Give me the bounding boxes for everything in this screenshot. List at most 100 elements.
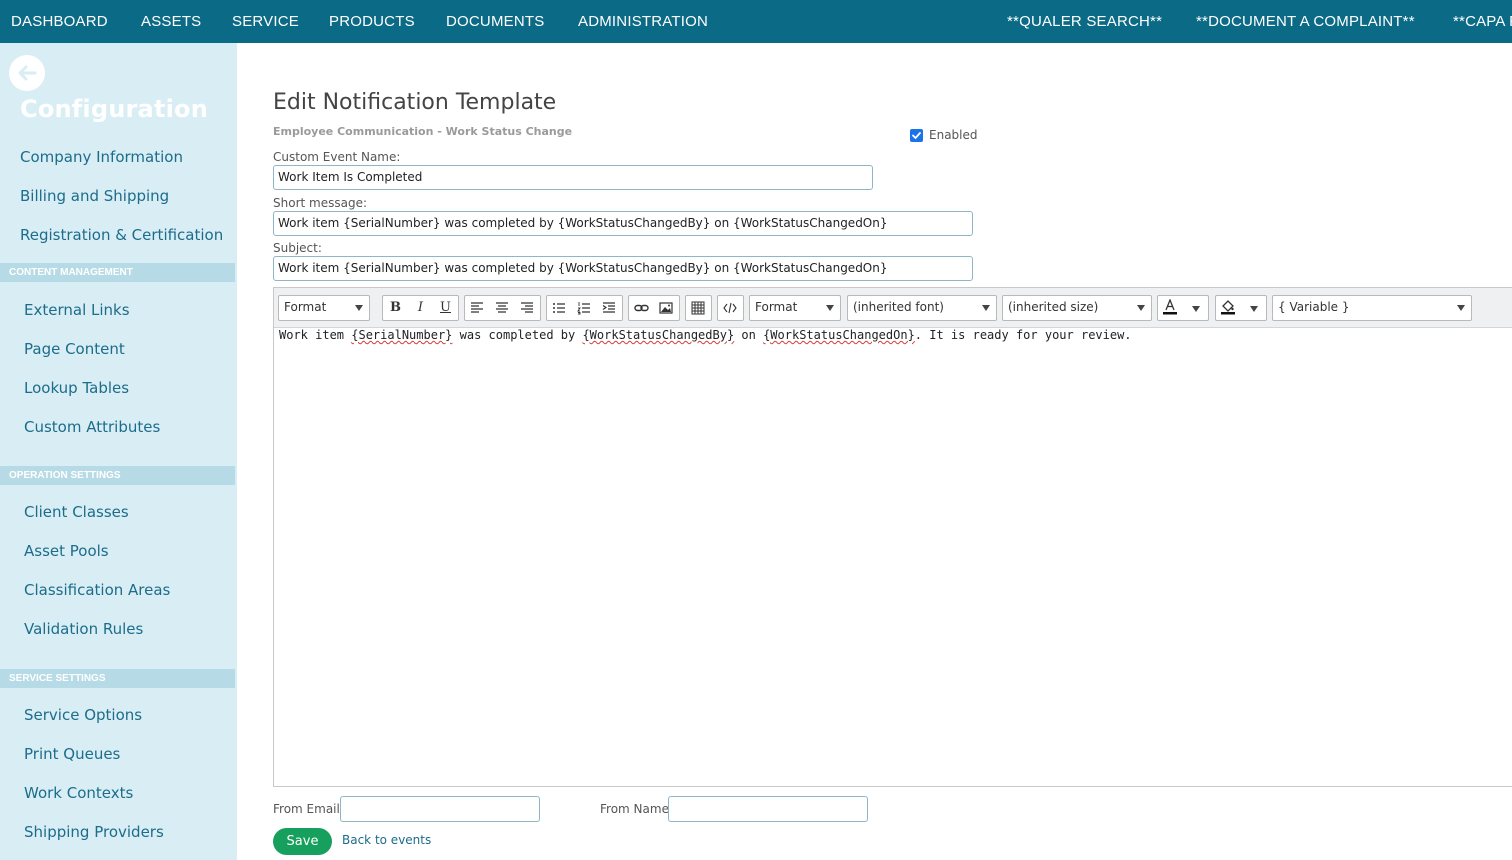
nav-administration[interactable]: ADMINISTRATION [578,13,708,30]
html-source-button[interactable] [718,296,743,320]
from-name-input[interactable] [668,796,868,822]
custom-event-label: Custom Event Name: [273,150,401,164]
sidebar: Configuration Company Information Billin… [0,43,237,860]
table-group [685,295,712,321]
back-button[interactable] [9,55,45,91]
bullet-list-button[interactable] [547,296,572,320]
sidebar-item-page-content[interactable]: Page Content [24,340,125,358]
sidebar-section-heading: OPERATION SETTINGS [0,466,235,485]
link-button[interactable] [629,296,654,320]
sidebar-item-external-links[interactable]: External Links [24,301,130,319]
format-select-value: Format [284,300,327,314]
sidebar-item-validation-rules[interactable]: Validation Rules [24,620,143,638]
save-button[interactable]: Save [273,828,332,855]
sidebar-item-service-options[interactable]: Service Options [24,706,142,724]
enabled-label: Enabled [929,128,978,142]
checkmark-icon [912,132,921,139]
font-color-dropdown[interactable] [1183,296,1208,320]
link-icon [634,304,649,312]
align-left-icon [471,302,483,313]
align-right-button[interactable] [515,296,540,320]
variable-select-value: { Variable } [1278,300,1350,314]
nav-qualer-search[interactable]: **QUALER SEARCH** [1007,13,1162,30]
editor-text: was completed by [452,328,583,342]
sidebar-title: Configuration [20,95,209,123]
text-style-group: B I U [382,295,459,321]
chevron-down-icon [982,305,990,311]
sidebar-item-work-contexts[interactable]: Work Contexts [24,784,133,802]
sidebar-item-custom-attributes[interactable]: Custom Attributes [24,418,160,436]
size-select[interactable]: (inherited size) [1002,295,1152,321]
enabled-checkbox[interactable] [910,129,923,142]
numbered-list-button[interactable] [572,296,597,320]
font-color-icon [1163,299,1177,315]
nav-products[interactable]: PRODUCTS [329,13,415,30]
align-center-button[interactable] [490,296,515,320]
from-email-label: From Email: [273,802,344,816]
subject-label: Subject: [273,241,322,255]
chevron-down-icon [1137,305,1145,311]
font-color-group [1157,295,1209,321]
nav-capa[interactable]: **CAPA R [1453,13,1512,30]
table-icon [691,301,705,315]
italic-button[interactable]: I [408,296,433,320]
nav-document-complaint[interactable]: **DOCUMENT A COMPLAINT** [1196,13,1415,30]
sidebar-section-heading: SERVICE SETTINGS [0,669,235,688]
back-to-events-link[interactable]: Back to events [342,833,431,847]
bold-button[interactable]: B [383,296,408,320]
sidebar-item-billing-shipping[interactable]: Billing and Shipping [20,187,169,205]
list-group [546,295,623,321]
html-group [717,295,744,321]
sidebar-item-registration-certification[interactable]: Registration & Certification [20,226,223,244]
align-center-icon [496,302,508,313]
sidebar-section-heading: CONTENT MANAGEMENT [0,263,235,282]
editor-text: . It is ready for your review. [914,328,1132,342]
font-select-value: (inherited font) [853,300,944,314]
editor-text: on [734,328,764,342]
editor-toolbar: Format B I U Format (inherited font) (in… [274,288,1512,328]
sidebar-item-classification-areas[interactable]: Classification Areas [24,581,170,599]
paint-bucket-icon [1221,300,1235,315]
indent-button[interactable] [597,296,622,320]
editor-text: Work item [279,328,352,342]
editor-variable: {WorkStatusChangedBy} [582,328,735,342]
top-navigation: DASHBOARD ASSETS SERVICE PRODUCTS DOCUME… [0,0,1512,43]
sidebar-item-print-queues[interactable]: Print Queues [24,745,120,763]
image-icon [659,302,673,314]
image-button[interactable] [654,296,679,320]
subject-input[interactable]: Work item {SerialNumber} was completed b… [273,256,973,281]
sidebar-item-lookup-tables[interactable]: Lookup Tables [24,379,129,397]
sidebar-item-client-classes[interactable]: Client Classes [24,503,129,521]
editor-variable: {SerialNumber} [351,328,453,342]
sidebar-item-shipping-providers[interactable]: Shipping Providers [24,823,164,841]
short-message-label: Short message: [273,196,367,210]
variable-select[interactable]: { Variable } [1272,295,1472,321]
nav-service[interactable]: SERVICE [232,13,299,30]
nav-dashboard[interactable]: DASHBOARD [11,13,108,30]
numbered-list-icon [577,302,590,315]
sidebar-item-asset-pools[interactable]: Asset Pools [24,542,109,560]
nav-documents[interactable]: DOCUMENTS [446,13,544,30]
from-name-label: From Name: [600,802,673,816]
editor-variable: {WorkStatusChangedOn} [763,328,915,342]
bullet-list-icon [553,303,565,313]
format-select-2-value: Format [755,300,798,314]
font-color-button[interactable] [1158,296,1183,320]
from-email-input[interactable] [340,796,540,822]
sidebar-item-company-information[interactable]: Company Information [20,148,183,166]
align-left-button[interactable] [465,296,490,320]
code-icon [723,302,737,314]
custom-event-input[interactable]: Work Item Is Completed [273,165,873,190]
underline-button[interactable]: U [433,296,458,320]
format-select-2[interactable]: Format [749,295,841,321]
format-select[interactable]: Format [278,295,370,321]
editor-content[interactable]: Work item {SerialNumber} was completed b… [279,328,1132,342]
table-button[interactable] [686,296,711,320]
chevron-down-icon [1457,305,1465,311]
highlight-color-dropdown[interactable] [1241,296,1266,320]
highlight-color-button[interactable] [1216,296,1241,320]
font-select[interactable]: (inherited font) [847,295,997,321]
indent-icon [602,302,615,313]
nav-assets[interactable]: ASSETS [141,13,201,30]
short-message-input[interactable]: Work item {SerialNumber} was completed b… [273,211,973,236]
